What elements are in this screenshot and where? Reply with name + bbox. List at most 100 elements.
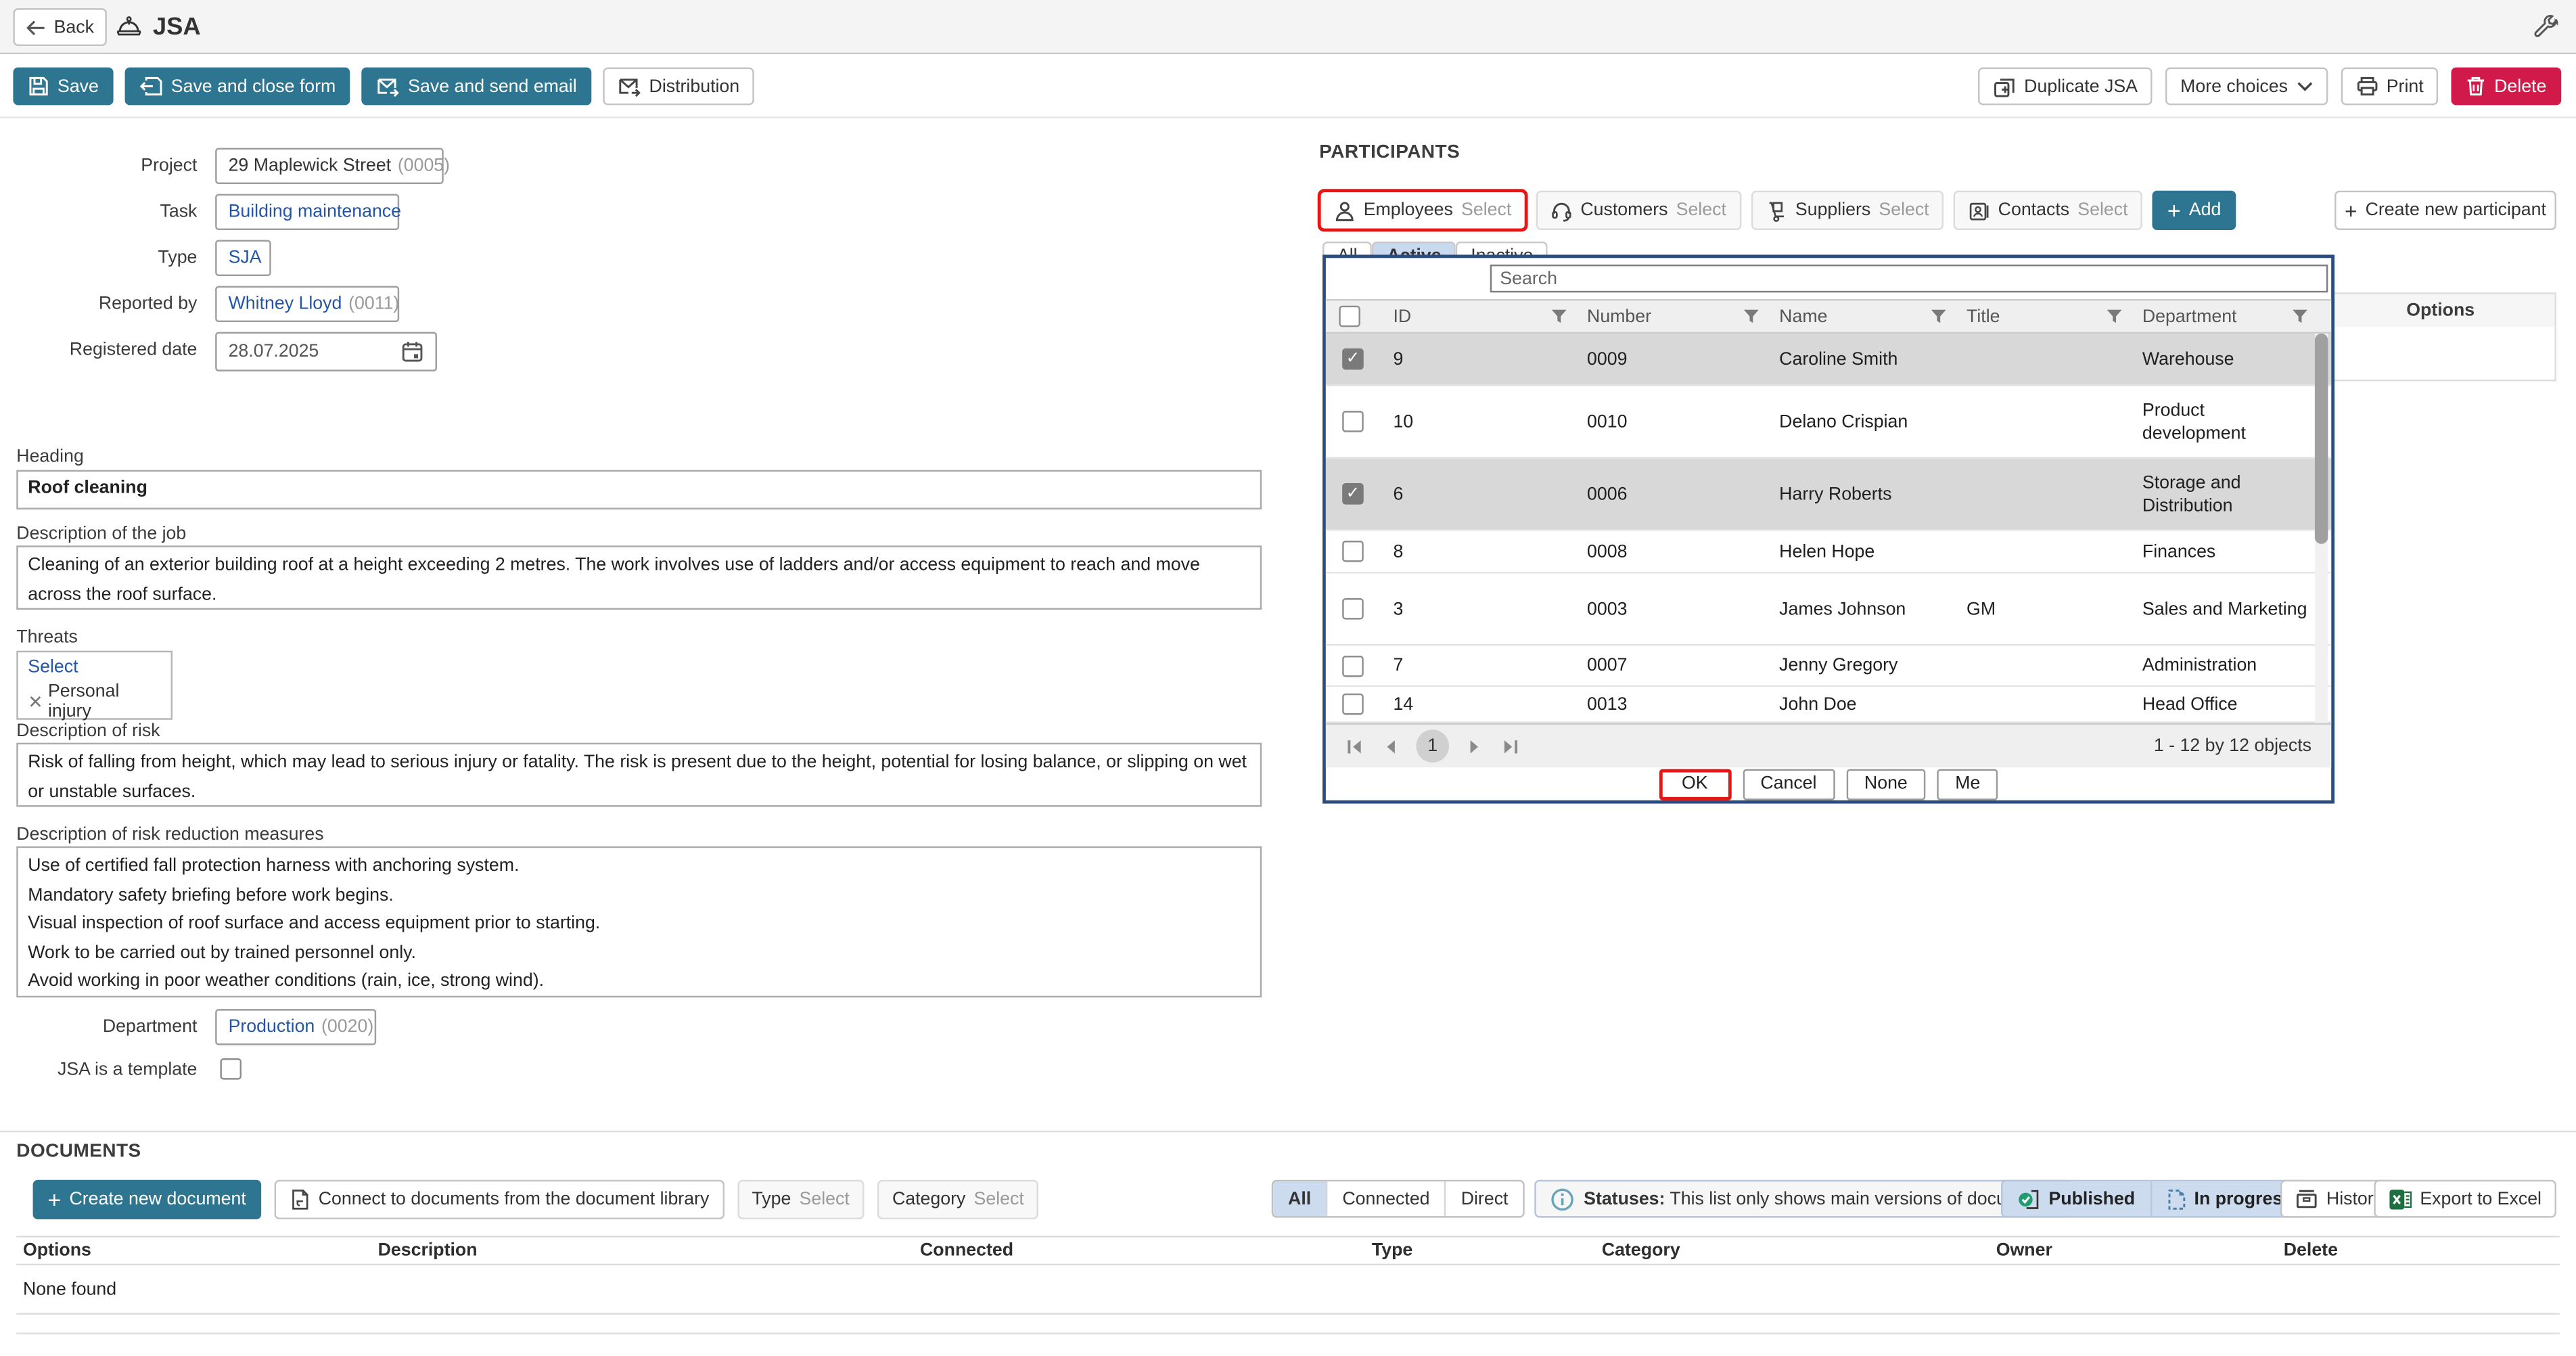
first-page-button[interactable] xyxy=(1346,737,1364,755)
employee-row[interactable]: 70007Jenny GregoryAdministration xyxy=(1326,646,2331,687)
create-new-participant-button[interactable]: + Create new participant xyxy=(2334,191,2556,230)
employee-row[interactable]: 140013John DoeHead Office xyxy=(1326,687,2331,723)
row-checkbox[interactable]: ✓ xyxy=(1342,348,1364,370)
calendar-icon[interactable] xyxy=(401,340,424,363)
save-and-close-button[interactable]: Save and close form xyxy=(125,68,350,106)
more-choices-button[interactable]: More choices xyxy=(2165,68,2327,106)
employee-id: 14 xyxy=(1380,687,1574,721)
back-button[interactable]: Back xyxy=(13,8,106,46)
column-header-id[interactable]: ID xyxy=(1380,300,1574,332)
current-page-indicator[interactable]: 1 xyxy=(1416,729,1449,763)
category-select-button[interactable]: Category Select xyxy=(877,1180,1039,1219)
filter-icon[interactable] xyxy=(2106,308,2122,324)
participants-empty-row xyxy=(2324,327,2556,381)
column-header-department[interactable]: Department xyxy=(2129,300,2318,332)
risk-measures-input[interactable]: Use of certified fall protection harness… xyxy=(16,846,1262,997)
me-button[interactable]: Me xyxy=(1937,768,1999,799)
row-checkbox[interactable]: ✓ xyxy=(1342,483,1364,505)
next-page-button[interactable] xyxy=(1469,737,1481,755)
customers-select-button[interactable]: Customers Select xyxy=(1536,191,1741,230)
task-value[interactable]: Building maintenance xyxy=(229,202,401,222)
duplicate-jsa-button[interactable]: Duplicate JSA xyxy=(1978,68,2153,106)
filter-connected-tab[interactable]: Connected xyxy=(1327,1181,1446,1216)
export-to-excel-button[interactable]: Export to Excel xyxy=(2374,1180,2556,1218)
employee-row[interactable]: 80008Helen HopeFinances xyxy=(1326,530,2331,573)
popup-pagination: 1 1 - 12 by 12 objects xyxy=(1326,723,2331,768)
none-button[interactable]: None xyxy=(1846,768,1925,799)
row-checkbox[interactable] xyxy=(1342,694,1364,715)
filter-icon[interactable] xyxy=(1551,308,1567,324)
employee-row[interactable]: 100010Delano CrispianProduct development xyxy=(1326,386,2331,459)
info-icon xyxy=(1551,1188,1574,1211)
type-select-button[interactable]: Type Select xyxy=(737,1180,865,1219)
type-field[interactable]: SJA xyxy=(215,240,271,276)
department-value[interactable]: Production xyxy=(229,1017,315,1037)
row-checkbox[interactable] xyxy=(1342,541,1364,562)
print-button[interactable]: Print xyxy=(2341,68,2439,106)
threats-select-link[interactable]: Select xyxy=(28,657,161,677)
task-field[interactable]: Building maintenance xyxy=(215,194,399,230)
create-new-document-button[interactable]: + Create new document xyxy=(33,1180,261,1219)
create-new-participant-label: Create new participant xyxy=(2366,200,2546,220)
employee-number: 0006 xyxy=(1574,459,1766,529)
remove-threat-icon[interactable]: ✕ xyxy=(28,691,43,713)
row-checkbox[interactable] xyxy=(1342,411,1364,432)
wrench-icon[interactable] xyxy=(2531,13,2559,41)
employee-title xyxy=(1954,646,2130,685)
cancel-button[interactable]: Cancel xyxy=(1743,768,1835,799)
doc-column-header-type: Type xyxy=(1365,1238,1595,1264)
threats-field[interactable]: Select ✕ Personal injury xyxy=(16,651,172,720)
search-input[interactable] xyxy=(1490,265,2328,292)
contacts-select-button[interactable]: Contacts Select xyxy=(1954,191,2142,230)
ok-button[interactable]: OK xyxy=(1659,768,1731,799)
popup-scrollbar[interactable] xyxy=(2315,334,2328,723)
employee-id: 9 xyxy=(1380,334,1574,384)
save-and-send-email-button[interactable]: Save and send email xyxy=(362,68,591,106)
previous-page-button[interactable] xyxy=(1383,737,1396,755)
scrollbar-thumb[interactable] xyxy=(2315,334,2328,544)
pagination-range-text: 1 - 12 by 12 objects xyxy=(2154,736,2312,756)
heading-input[interactable]: Roof cleaning xyxy=(16,470,1262,510)
filter-icon[interactable] xyxy=(1931,308,1947,324)
department-field[interactable]: Production (0020) xyxy=(215,1009,376,1045)
registered-date-field[interactable]: 28.07.2025 xyxy=(215,332,437,371)
job-description-input[interactable]: Cleaning of an exterior building roof at… xyxy=(16,545,1262,610)
save-button[interactable]: Save xyxy=(13,68,113,106)
filter-direct-tab[interactable]: Direct xyxy=(1446,1181,1523,1216)
connect-documents-button[interactable]: Connect to documents from the document l… xyxy=(274,1180,724,1219)
statuses-bold: Statuses: xyxy=(1584,1189,1665,1208)
category-select-suffix: Select xyxy=(974,1190,1024,1209)
employee-name: Helen Hope xyxy=(1766,530,1954,572)
last-page-button[interactable] xyxy=(1502,737,1520,755)
add-participant-button[interactable]: + Add xyxy=(2153,191,2236,230)
reported-by-value[interactable]: Whitney Lloyd xyxy=(229,294,342,314)
type-value[interactable]: SJA xyxy=(229,248,262,268)
project-label: Project xyxy=(0,156,197,176)
suppliers-label: Suppliers xyxy=(1795,200,1870,220)
employees-select-button[interactable]: Employees Select xyxy=(1319,191,1526,230)
filter-all-tab[interactable]: All xyxy=(1273,1181,1327,1216)
select-all-checkbox[interactable] xyxy=(1339,306,1360,327)
row-checkbox[interactable] xyxy=(1342,655,1364,677)
reported-by-label: Reported by xyxy=(0,294,197,314)
published-check-icon xyxy=(2017,1188,2040,1211)
employee-row[interactable]: ✓60006Harry RobertsStorage and Distribut… xyxy=(1326,459,2331,531)
delete-button[interactable]: Delete xyxy=(2452,68,2561,106)
distribution-button[interactable]: Distribution xyxy=(603,68,755,106)
reported-by-field[interactable]: Whitney Lloyd (0011) xyxy=(215,286,399,322)
risk-description-input[interactable]: Risk of falling from height, which may l… xyxy=(16,743,1262,807)
column-header-number[interactable]: Number xyxy=(1574,300,1766,332)
employee-row[interactable]: ✓90009Caroline SmithWarehouse xyxy=(1326,334,2331,386)
jsa-template-checkbox[interactable] xyxy=(220,1058,242,1080)
top-bar: Back JSA xyxy=(0,0,2576,54)
column-header-name[interactable]: Name xyxy=(1766,300,1954,332)
published-toggle[interactable]: Published xyxy=(2002,1181,2151,1216)
filter-icon[interactable] xyxy=(1743,308,1760,324)
row-checkbox[interactable] xyxy=(1342,598,1364,620)
employee-row[interactable]: 30003James JohnsonGMSales and Marketing xyxy=(1326,574,2331,646)
column-header-title[interactable]: Title xyxy=(1954,300,2130,332)
suppliers-select-button[interactable]: Suppliers Select xyxy=(1751,191,1944,230)
filter-icon[interactable] xyxy=(2292,308,2308,324)
employee-number: 0013 xyxy=(1574,687,1766,721)
project-field[interactable]: 29 Maplewick Street (0005) xyxy=(215,148,444,184)
